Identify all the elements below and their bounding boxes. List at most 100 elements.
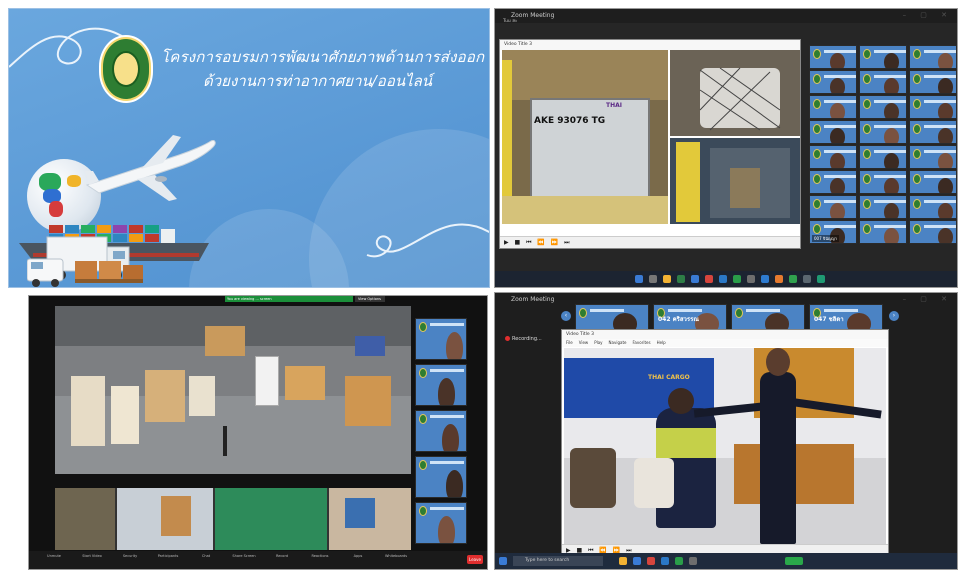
folder-icon[interactable]	[619, 557, 627, 565]
participant-tile[interactable]	[809, 120, 857, 144]
toolbar-button[interactable]: Whiteboards	[381, 554, 411, 558]
app-icon[interactable]	[775, 275, 783, 283]
participant-video	[830, 78, 845, 93]
participant-tile[interactable]	[415, 456, 467, 498]
tile-logo-icon	[863, 124, 871, 134]
start-icon[interactable]	[499, 557, 507, 565]
participant-video	[830, 153, 845, 168]
app-icon[interactable]	[677, 275, 685, 283]
view-options-button[interactable]: View Options	[355, 296, 385, 302]
participant-tile[interactable]	[415, 502, 467, 544]
participant-tile[interactable]	[909, 220, 957, 244]
toolbar-button[interactable]: Participants	[153, 554, 183, 558]
line-icon[interactable]	[675, 557, 683, 565]
tile-banner	[824, 309, 858, 312]
window-controls[interactable]: – ▢ ✕	[903, 295, 953, 303]
app-icon[interactable]	[789, 275, 797, 283]
participant-tile[interactable]	[809, 195, 857, 219]
menu-item[interactable]: Help	[657, 340, 666, 345]
start-icon[interactable]	[635, 275, 643, 283]
participant-tile[interactable]	[859, 220, 907, 244]
video-frame-warehouse	[55, 306, 411, 474]
participant-video	[830, 178, 845, 193]
zoom-icon[interactable]	[719, 275, 727, 283]
participant-tile[interactable]	[909, 95, 957, 119]
tile-banner	[924, 200, 956, 203]
window-controls[interactable]: – ▢ ✕	[903, 11, 953, 19]
participant-tile[interactable]	[731, 304, 805, 332]
participant-tile[interactable]	[575, 304, 649, 332]
participant-tile[interactable]	[415, 410, 467, 452]
thai-logo-text: THAI	[606, 102, 622, 109]
windows-taskbar	[495, 271, 957, 287]
participant-tile[interactable]	[909, 170, 957, 194]
menu-item[interactable]: Navigate	[609, 340, 627, 345]
participant-tile[interactable]	[909, 145, 957, 169]
chrome-icon[interactable]	[705, 275, 713, 283]
participant-tile[interactable]	[415, 318, 467, 360]
window-title: Zoom Meeting	[511, 296, 555, 303]
menu-item[interactable]: File	[566, 340, 573, 345]
toolbar-button[interactable]: Share Screen	[229, 554, 259, 558]
tile-banner	[824, 50, 856, 53]
app-icon[interactable]	[803, 275, 811, 283]
search-icon[interactable]	[649, 275, 657, 283]
edge-icon[interactable]	[691, 275, 699, 283]
toolbar-button[interactable]: Chat	[191, 554, 221, 558]
participant-video	[830, 128, 845, 143]
toolbar-button[interactable]: Unmute	[39, 554, 69, 558]
video-thumbnail-strip	[55, 488, 411, 550]
participant-tile[interactable]	[859, 195, 907, 219]
participant-tile[interactable]	[809, 70, 857, 94]
airplane-illustration	[85, 135, 216, 201]
participant-tile[interactable]	[859, 170, 907, 194]
menu-item[interactable]: Play	[594, 340, 602, 345]
participant-tile[interactable]	[909, 195, 957, 219]
participant-tile[interactable]	[859, 70, 907, 94]
participant-tile[interactable]	[859, 95, 907, 119]
line-icon[interactable]	[733, 275, 741, 283]
toolbar-button[interactable]: Apps	[343, 554, 373, 558]
participant-tile[interactable]	[909, 120, 957, 144]
toolbar-button[interactable]: Reactions	[305, 554, 335, 558]
edge-icon[interactable]	[633, 557, 641, 565]
participant-tile[interactable]	[415, 364, 467, 406]
tile-logo-icon	[863, 149, 871, 159]
participant-tile[interactable]	[809, 95, 857, 119]
player-title: Video Title 3	[562, 330, 888, 339]
menu-item[interactable]: Favorites	[633, 340, 651, 345]
participant-tile[interactable]: 047 ชลิดา	[809, 304, 883, 332]
participant-video	[884, 178, 899, 193]
app-icon[interactable]	[817, 275, 825, 283]
chrome-icon[interactable]	[647, 557, 655, 565]
menu-item[interactable]: View	[579, 340, 589, 345]
app-icon[interactable]	[761, 275, 769, 283]
zoom-icon[interactable]	[661, 557, 669, 565]
uld-label: AKE 93076 TG	[534, 116, 606, 126]
toolbar-button[interactable]: Start Video	[77, 554, 107, 558]
participant-video	[938, 153, 953, 168]
previous-page-button[interactable]: ‹	[561, 311, 571, 321]
toolbar-button[interactable]: Record	[267, 554, 297, 558]
player-controls[interactable]: ▶ ■ ⏮ ⏪ ⏩ ⏭	[500, 236, 800, 248]
participant-tile[interactable]	[909, 45, 957, 69]
leave-button[interactable]: Leave	[467, 555, 483, 564]
app-icon[interactable]	[689, 557, 697, 565]
tile-logo-icon	[813, 49, 821, 59]
toolbar-button[interactable]: Security	[115, 554, 145, 558]
player-title: Video Title 3	[500, 40, 800, 50]
participant-tile[interactable]	[859, 120, 907, 144]
participant-tile[interactable]	[909, 70, 957, 94]
participant-tile[interactable]	[859, 145, 907, 169]
folder-icon[interactable]	[663, 275, 671, 283]
participant-tile[interactable]	[809, 45, 857, 69]
tile-banner	[430, 323, 464, 326]
app-icon[interactable]	[747, 275, 755, 283]
participant-tile[interactable]: 007 จินัญญา	[809, 220, 857, 244]
taskbar-search-box[interactable]: Type here to search	[513, 556, 603, 566]
status-icon[interactable]	[785, 557, 803, 565]
participant-tile[interactable]	[809, 170, 857, 194]
participant-tile[interactable]	[859, 45, 907, 69]
participant-tile[interactable]: 042 คริสวรรณ	[653, 304, 727, 332]
participant-tile[interactable]	[809, 145, 857, 169]
